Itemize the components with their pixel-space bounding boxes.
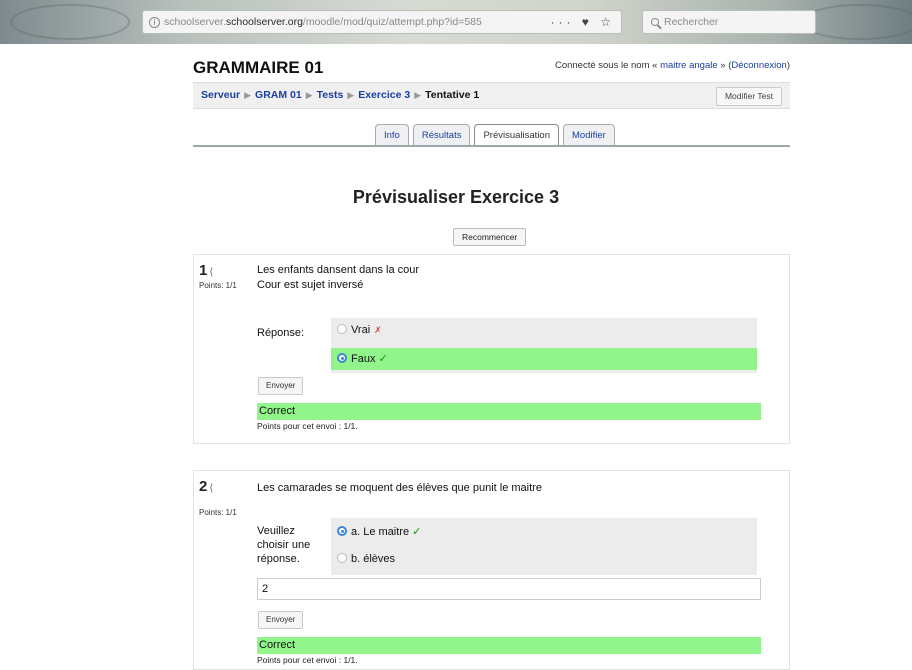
question-text: Les camarades se moquent des élèves que … bbox=[257, 481, 542, 496]
theme-decoration bbox=[800, 4, 912, 40]
question-number-value: 2 bbox=[199, 478, 208, 495]
question-text: Les enfants dansent dans la cour Cour es… bbox=[257, 263, 419, 293]
breadcrumb-serveur[interactable]: Serveur bbox=[201, 89, 240, 101]
radio-button-checked[interactable] bbox=[337, 353, 347, 364]
restart-button[interactable]: Recommencer bbox=[453, 228, 527, 246]
feedback-points: Points pour cet envoi : 1/1. bbox=[257, 655, 358, 665]
question-2: 2 ⟨ Points: 1/1 Les camarades se moquent … bbox=[193, 470, 790, 670]
url-path: /moodle/mod/quiz/attempt.php?id=585 bbox=[302, 16, 482, 28]
feedback-correct: Correct bbox=[257, 637, 761, 654]
question-text-line: Les camarades se moquent des élèves que … bbox=[257, 482, 542, 494]
login-info: Connecté sous le nom « maitre angale » (… bbox=[555, 60, 790, 71]
feedback-correct: Correct bbox=[257, 403, 761, 420]
answer-label: Veuillez choisir une réponse. bbox=[257, 525, 311, 565]
address-bar[interactable]: i schoolserver.schoolserver.org/moodle/mo… bbox=[142, 10, 622, 34]
logout-link[interactable]: Déconnexion bbox=[731, 60, 786, 71]
login-prefix: Connecté sous le nom « bbox=[554, 60, 658, 71]
tab-divider bbox=[193, 145, 790, 147]
info-icon[interactable]: i bbox=[149, 16, 160, 28]
breadcrumb-exercise[interactable]: Exercice 3 bbox=[358, 89, 410, 101]
question-number-value: 1 bbox=[199, 262, 208, 279]
option-label: b. élèves bbox=[351, 553, 396, 565]
url-host: schoolserver.org bbox=[225, 16, 303, 28]
page-title: Prévisualiser Exercice 3 bbox=[352, 187, 560, 207]
breadcrumb-course[interactable]: GRAM 01 bbox=[255, 89, 302, 101]
breadcrumb-separator-icon: ▶ bbox=[414, 90, 422, 100]
question-1: 1 ⟨ Points: 1/1 Les enfants dansent dans … bbox=[193, 254, 790, 444]
submit-button[interactable]: Envoyer bbox=[258, 611, 304, 629]
feedback-points: Points pour cet envoi : 1/1. bbox=[257, 421, 358, 431]
flag-icon[interactable]: ⟨ bbox=[209, 267, 213, 278]
option-vrai[interactable]: Vrai ✗ bbox=[331, 319, 757, 341]
radio-button-checked[interactable] bbox=[337, 526, 347, 537]
login-suffix: » ( bbox=[720, 60, 732, 71]
radio-button[interactable] bbox=[337, 553, 347, 564]
option-label: Faux bbox=[351, 353, 376, 365]
check-icon: ✓ bbox=[412, 526, 422, 538]
tab-info[interactable]: Info bbox=[375, 124, 409, 146]
option-b[interactable]: b. élèves bbox=[331, 548, 757, 570]
breadcrumb-separator-icon: ▶ bbox=[347, 90, 355, 100]
tab-bar: Info Résultats Prévisualisation Modifier bbox=[375, 124, 619, 146]
answer-input[interactable]: 2 bbox=[257, 578, 761, 600]
question-number: 1 ⟨ bbox=[199, 262, 213, 279]
option-label: a. Le maitre bbox=[351, 526, 410, 538]
page-actions-icon[interactable]: ··· ♥ ☆ bbox=[550, 11, 615, 33]
search-placeholder: Rechercher bbox=[664, 16, 719, 28]
breadcrumb-current: Tentative 1 bbox=[425, 89, 480, 101]
question-text-line: Les enfants dansent dans la cour bbox=[257, 264, 420, 276]
browser-search-input[interactable]: Rechercher bbox=[642, 10, 816, 34]
option-label: Vrai bbox=[351, 324, 371, 336]
question-points: Points: 1/1 bbox=[199, 508, 237, 517]
url-prefix: schoolserver. bbox=[164, 16, 226, 28]
navbar: Serveur ▶ GRAM 01 ▶ Tests ▶ Exercice 3 ▶ Tentati… bbox=[193, 82, 790, 109]
breadcrumb-separator-icon: ▶ bbox=[305, 90, 313, 100]
question-points: Points: 1/1 bbox=[199, 281, 237, 290]
check-icon: ✓ bbox=[378, 353, 388, 365]
browser-toolbar: i schoolserver.schoolserver.org/moodle/mo… bbox=[0, 0, 912, 44]
option-a[interactable]: a. Le maitre ✓ bbox=[331, 521, 757, 543]
search-icon bbox=[651, 18, 659, 27]
course-title: GRAMMAIRE 01 bbox=[193, 58, 324, 77]
breadcrumb: Serveur ▶ GRAM 01 ▶ Tests ▶ Exercice 3 ▶ Tentati… bbox=[201, 89, 479, 101]
question-text-line: Cour est sujet inversé bbox=[257, 279, 364, 291]
incorrect-icon: ✗ bbox=[374, 325, 382, 335]
flag-icon[interactable]: ⟨ bbox=[209, 483, 213, 494]
tab-results[interactable]: Résultats bbox=[412, 124, 471, 146]
submit-button[interactable]: Envoyer bbox=[258, 377, 304, 395]
tab-edit[interactable]: Modifier bbox=[563, 124, 615, 146]
login-close: ) bbox=[786, 60, 790, 71]
option-faux[interactable]: Faux ✓ bbox=[331, 348, 757, 370]
theme-decoration bbox=[10, 4, 130, 40]
breadcrumb-separator-icon: ▶ bbox=[244, 90, 252, 100]
answer-label: Réponse: bbox=[257, 327, 305, 339]
radio-button[interactable] bbox=[337, 324, 347, 335]
question-number: 2 ⟨ bbox=[199, 478, 213, 495]
user-profile-link[interactable]: maitre angale bbox=[660, 60, 718, 71]
edit-test-button[interactable]: Modifier Test bbox=[715, 87, 782, 106]
tab-preview[interactable]: Prévisualisation bbox=[474, 124, 560, 146]
breadcrumb-tests[interactable]: Tests bbox=[317, 89, 344, 101]
